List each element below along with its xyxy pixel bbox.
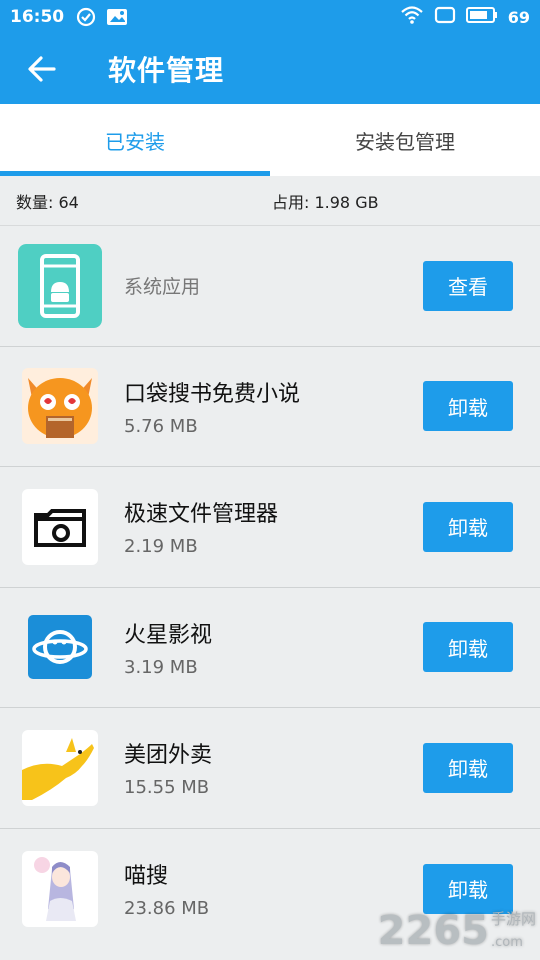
- back-button[interactable]: [0, 34, 84, 104]
- tab-installed[interactable]: 已安装: [0, 104, 270, 176]
- app-count: 数量: 64: [16, 192, 79, 212]
- list-item[interactable]: 极速文件管理器 2.19 MB 卸载: [0, 467, 540, 588]
- tab-bar: 已安装 安装包管理: [0, 104, 540, 176]
- app-size: 2.19 MB: [124, 536, 198, 558]
- screen-rotate-icon: [434, 5, 456, 29]
- app-list: 系统应用 查看 口袋搜书免费小说 5.76 MB 卸载 极速文件管理器 2.19…: [0, 226, 540, 949]
- system-apps-label: 系统应用: [124, 276, 201, 299]
- uninstall-button[interactable]: 卸载: [423, 501, 513, 552]
- app-name: 火星影视: [124, 622, 213, 648]
- planet-icon: [22, 609, 98, 686]
- site-watermark: 2265 手游网 .com: [378, 908, 536, 954]
- uninstall-button[interactable]: 卸载: [423, 381, 513, 432]
- watermark-suffix: .com: [490, 935, 523, 950]
- app-size: 15.55 MB: [124, 777, 210, 799]
- android-phone-icon: [18, 243, 102, 328]
- app-size: 3.19 MB: [124, 656, 198, 678]
- kangaroo-icon: [22, 729, 98, 806]
- page-title: 软件管理: [108, 54, 225, 87]
- uninstall-button[interactable]: 卸载: [423, 863, 513, 914]
- summary-bar: 数量: 64 占用: 1.98 GB: [0, 176, 540, 226]
- app-name: 喵搜: [124, 864, 169, 890]
- storage-usage: 占用: 1.98 GB: [272, 192, 379, 212]
- check-circle-icon: [76, 7, 96, 27]
- list-item[interactable]: 火星影视 3.19 MB 卸载: [0, 588, 540, 708]
- wifi-icon: [400, 5, 424, 29]
- battery-level: 69: [507, 7, 530, 27]
- anime-girl-icon: [22, 850, 98, 927]
- list-item[interactable]: 美团外卖 15.55 MB 卸载: [0, 708, 540, 829]
- app-name: 极速文件管理器: [124, 502, 279, 528]
- uninstall-button[interactable]: 卸载: [423, 622, 513, 673]
- watermark-site: 手游网: [490, 910, 536, 928]
- uninstall-button[interactable]: 卸载: [423, 742, 513, 793]
- app-size: 5.76 MB: [124, 415, 198, 437]
- battery-icon: [465, 6, 498, 28]
- app-name: 美团外卖: [124, 743, 213, 769]
- status-time: 16:50: [10, 7, 65, 27]
- view-button[interactable]: 查看: [423, 260, 513, 311]
- watermark-number: 2265: [377, 908, 489, 954]
- image-notification-icon: [106, 8, 128, 26]
- folder-camera-icon: [22, 488, 98, 565]
- app-name: 口袋搜书免费小说: [124, 381, 301, 407]
- system-apps-row: 系统应用 查看: [0, 226, 540, 347]
- cat-book-icon: [22, 368, 98, 445]
- arrow-left-icon: [28, 56, 56, 82]
- list-item[interactable]: 口袋搜书免费小说 5.76 MB 卸载: [0, 347, 540, 467]
- tab-package-management[interactable]: 安装包管理: [270, 104, 540, 176]
- status-bar: 16:50 69: [0, 0, 540, 34]
- app-bar: 软件管理: [0, 34, 540, 104]
